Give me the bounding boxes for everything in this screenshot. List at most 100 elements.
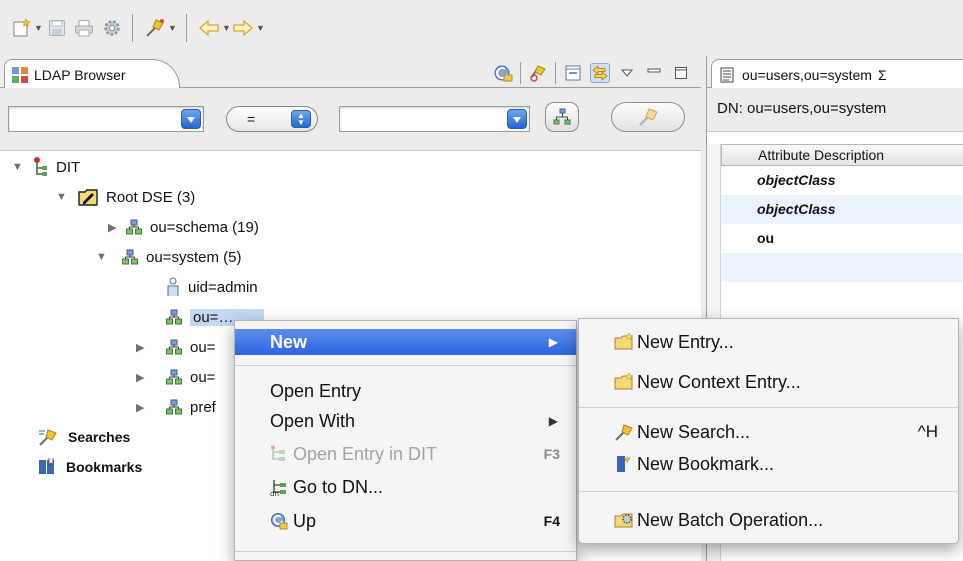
- expanded-triangle-icon[interactable]: ▼: [12, 161, 26, 173]
- close-icon[interactable]: Σ: [878, 67, 887, 83]
- entry-editor-tab[interactable]: ou=users,ou=system Σ: [711, 59, 963, 89]
- tree-node-bookmarks[interactable]: Bookmarks: [38, 455, 142, 479]
- up-icon: [271, 513, 288, 530]
- collapsed-triangle-icon[interactable]: ▶: [136, 371, 150, 384]
- preferences-icon: [104, 20, 120, 36]
- tree-node-uid-admin[interactable]: uid=admin: [166, 275, 258, 299]
- tree-node-label: Bookmarks: [66, 459, 143, 475]
- search-button[interactable]: ▼: [144, 16, 177, 40]
- menu-separator: [579, 407, 958, 408]
- column-header-attribute[interactable]: Attribute Description: [721, 144, 963, 166]
- chevron-down-icon[interactable]: [507, 109, 527, 129]
- expanded-triangle-icon[interactable]: ▼: [96, 251, 110, 263]
- menu-item-label: Go to DN...: [293, 476, 384, 497]
- maximize-button[interactable]: [671, 63, 691, 83]
- folder-edit-icon: [78, 189, 98, 206]
- tree-node-dit[interactable]: ▼ DIT: [0, 155, 80, 179]
- value-combo[interactable]: [339, 106, 530, 132]
- menu-item-new[interactable]: New ▶: [235, 329, 576, 355]
- link-button[interactable]: [528, 63, 548, 83]
- collapse-all-icon: [565, 65, 581, 81]
- menu-separator: [579, 491, 958, 492]
- save-icon: [49, 20, 65, 36]
- menu-item-label: New: [270, 331, 308, 352]
- forward-button[interactable]: ▼: [232, 16, 265, 40]
- ou-entry-icon: [126, 219, 142, 235]
- tree-node-searches[interactable]: Searches: [38, 425, 130, 449]
- attribute-combo[interactable]: [8, 106, 204, 132]
- menu-item-shortcut: F3: [543, 446, 560, 462]
- ou-entry-icon: [166, 399, 182, 415]
- connection-refresh-icon: [494, 65, 513, 82]
- submenu-arrow-icon: ▶: [548, 414, 558, 428]
- operator-select-value: =: [247, 111, 256, 127]
- quick-search-button[interactable]: [611, 102, 685, 132]
- forward-icon: [233, 19, 253, 37]
- save-button[interactable]: [48, 16, 66, 40]
- menu-item-new-batch-operation[interactable]: New Batch Operation...: [579, 507, 958, 533]
- menu-item-new-bookmark[interactable]: New Bookmark...: [579, 451, 958, 477]
- entry-editor-icon: [720, 67, 734, 82]
- new-batch-operation-icon: [614, 513, 633, 528]
- table-row[interactable]: objectClass: [721, 166, 963, 195]
- collapsed-triangle-icon[interactable]: ▶: [136, 341, 150, 354]
- search-icon: [146, 19, 164, 37]
- tree-node-prefs[interactable]: ▶ pref: [136, 395, 216, 419]
- view-menu-button[interactable]: [617, 63, 637, 83]
- collapsed-triangle-icon[interactable]: ▶: [108, 221, 122, 234]
- ou-entry-icon: [122, 249, 138, 265]
- view-tabbar: LDAP Browser: [0, 56, 701, 89]
- menu-item-label: New Bookmark...: [637, 453, 775, 474]
- new-wizard-button[interactable]: ▼: [12, 16, 43, 40]
- dit-icon: [34, 157, 47, 176]
- tree-node-root-dse[interactable]: ▼ Root DSE (3): [56, 185, 195, 209]
- toolbar-separator: [186, 14, 187, 42]
- menu-item-up[interactable]: Up F4: [235, 508, 576, 534]
- link-with-editor-button[interactable]: [590, 63, 610, 83]
- ldap-browser-tab[interactable]: LDAP Browser: [4, 59, 180, 89]
- menu-item-new-search[interactable]: New Search... ^H: [579, 419, 958, 445]
- tree-node-ou-3[interactable]: ▶ ou=: [136, 335, 215, 359]
- menu-item-new-context-entry[interactable]: New Context Entry...: [579, 369, 958, 395]
- menu-item-open-with[interactable]: Open With ▶: [235, 408, 576, 434]
- new-search-icon: [615, 424, 633, 441]
- new-bookmark-icon: [617, 456, 631, 472]
- menu-item-open-entry[interactable]: Open Entry: [235, 378, 576, 404]
- context-menu: New ▶ Open Entry Open With ▶ Open Entry …: [234, 320, 577, 561]
- table-row[interactable]: objectClass: [721, 195, 963, 224]
- preferences-button[interactable]: [102, 16, 122, 40]
- go-to-dn-icon: dn: [270, 480, 286, 498]
- submenu-arrow-icon: ▶: [548, 335, 558, 349]
- toolbar-separator: [132, 14, 133, 42]
- menu-separator: [235, 365, 576, 366]
- print-button[interactable]: [74, 16, 94, 40]
- stepper-arrows-icon: ▲ ▼: [291, 110, 311, 128]
- table-row-empty: [721, 253, 963, 282]
- collapsed-triangle-icon[interactable]: ▶: [136, 401, 150, 414]
- tree-node-ou-system[interactable]: ▼ ou=system (5): [96, 245, 241, 269]
- ou-entry-icon: [166, 339, 182, 355]
- minimize-button[interactable]: [644, 63, 664, 83]
- operator-select[interactable]: = ▲ ▼: [226, 106, 318, 132]
- menu-item-new-entry[interactable]: New Entry...: [579, 329, 958, 355]
- open-in-dit-icon: [271, 445, 285, 461]
- chevron-down-icon[interactable]: [181, 109, 201, 129]
- new-entry-icon: [614, 332, 633, 350]
- collapse-all-button[interactable]: [563, 63, 583, 83]
- tree-node-label: ou=schema (19): [150, 218, 259, 236]
- menu-item-label: Open With: [270, 410, 356, 431]
- menu-item-go-to-dn[interactable]: dn Go to DN...: [235, 474, 576, 500]
- table-row[interactable]: ou: [721, 224, 963, 253]
- search-scope-button[interactable]: [545, 102, 579, 132]
- tree-node-label: ou=: [190, 368, 216, 386]
- new-context-entry-icon: [614, 372, 633, 390]
- tree-node-ou-schema[interactable]: ▶ ou=schema (19): [108, 215, 259, 239]
- tree-node-label: ou=: [190, 338, 216, 356]
- menu-item-open-in-dit[interactable]: Open Entry in DIT F3: [235, 441, 576, 467]
- tree-node-ou-4[interactable]: ▶ ou=: [136, 365, 215, 389]
- expanded-triangle-icon[interactable]: ▼: [56, 191, 70, 203]
- entry-editor-tab-label: ou=users,ou=system: [742, 66, 872, 83]
- connection-refresh-button[interactable]: [493, 63, 513, 83]
- back-button[interactable]: ▼: [198, 16, 231, 40]
- searches-icon: [39, 429, 57, 446]
